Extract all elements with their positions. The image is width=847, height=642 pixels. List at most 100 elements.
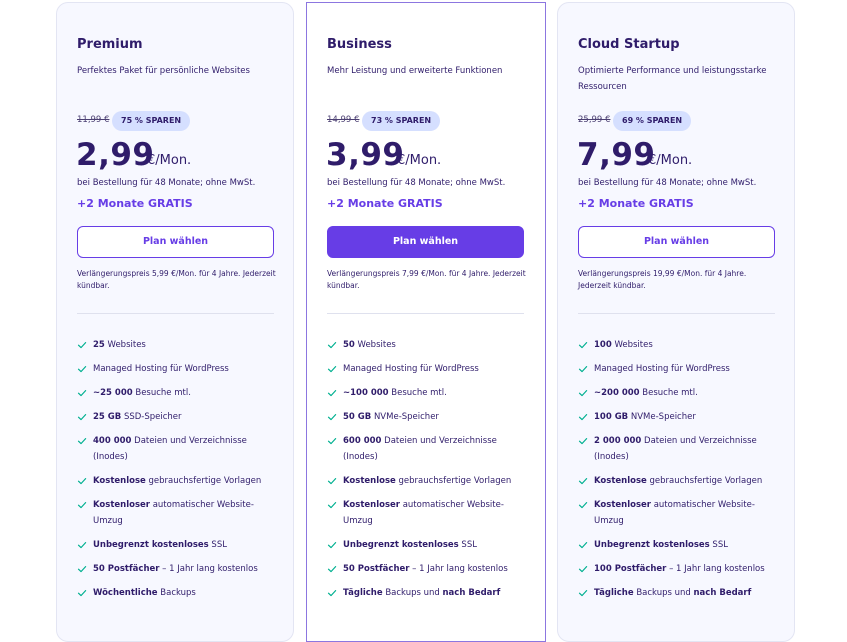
choose-plan-button[interactable]: Plan wählen	[327, 226, 524, 258]
feature-highlight: 100 GB	[594, 412, 629, 422]
check-icon	[578, 366, 588, 373]
feature-item: 50 GB NVMe-Speicher	[327, 409, 527, 425]
save-badge: 69 % SPAREN	[613, 111, 692, 131]
feature-text: Managed Hosting für WordPress	[93, 364, 229, 374]
feature-item: 100 Websites	[578, 337, 778, 353]
renewal-note: Verlängerungspreis 7,99 €/Mon. für 4 Jah…	[327, 269, 526, 290]
feature-item: Tägliche Backups und nach Bedarf	[327, 585, 527, 601]
feature-text: Backups	[157, 588, 196, 598]
old-price: 25,99 €	[578, 115, 611, 125]
feature-text: Besuche mtl.	[388, 388, 447, 398]
check-icon	[578, 390, 588, 397]
old-price: 14,99 €	[327, 115, 360, 125]
plan-card-premium: Premium Perfektes Paket für persönliche …	[56, 2, 294, 642]
plan-name: Cloud Startup	[578, 37, 680, 52]
feature-highlight: 400 000	[93, 436, 132, 446]
feature-highlight: Tägliche	[343, 588, 383, 598]
feature-item: Kostenloser automatischer Website-Umzug	[578, 497, 778, 529]
feature-highlight: 100	[594, 340, 612, 350]
check-icon	[77, 366, 87, 373]
old-price: 11,99 €	[77, 115, 110, 125]
check-icon	[327, 390, 337, 397]
feature-item: Managed Hosting für WordPress	[327, 361, 527, 377]
feature-text: NVMe-Speicher	[371, 412, 439, 422]
check-icon	[77, 542, 87, 549]
feature-highlight: Unbegrenzt kostenloses	[93, 540, 209, 550]
price: 3,99	[326, 137, 405, 173]
feature-item: 50 Websites	[327, 337, 527, 353]
feature-item: 100 Postfächer – 1 Jahr lang kostenlos	[578, 561, 778, 577]
feature-list: 100 Websites Managed Hosting für WordPres…	[578, 337, 778, 609]
feature-highlight: 100 Postfächer	[594, 564, 667, 574]
price: 7,99	[577, 137, 656, 173]
feature-list: 50 Websites Managed Hosting für WordPress…	[327, 337, 527, 609]
check-icon	[327, 342, 337, 349]
plan-description: Perfektes Paket für persönliche Websites	[77, 66, 250, 76]
divider	[578, 313, 775, 314]
check-icon	[327, 414, 337, 421]
choose-plan-button[interactable]: Plan wählen	[578, 226, 775, 258]
feature-item: Tägliche Backups und nach Bedarf	[578, 585, 778, 601]
check-icon	[327, 478, 337, 485]
feature-highlight: Kostenlose	[93, 476, 146, 486]
bonus-months: +2 Monate GRATIS	[327, 197, 443, 210]
feature-text: gebrauchsfertige Vorlagen	[395, 476, 512, 486]
feature-text: SSL	[709, 540, 728, 550]
check-icon	[327, 542, 337, 549]
check-icon	[578, 438, 588, 445]
check-icon	[327, 590, 337, 597]
feature-item: 400 000 Dateien und Verzeichnisse (Inode…	[77, 433, 277, 465]
feature-text: – 1 Jahr lang kostenlos	[666, 564, 765, 574]
feature-highlight: 50	[343, 340, 355, 350]
feature-item: ~25 000 Besuche mtl.	[77, 385, 277, 401]
divider	[327, 313, 524, 314]
feature-text: gebrauchsfertige Vorlagen	[145, 476, 262, 486]
feature-item: ~200 000 Besuche mtl.	[578, 385, 778, 401]
feature-highlight: Kostenlose	[343, 476, 396, 486]
check-icon	[77, 342, 87, 349]
feature-list: 25 Websites Managed Hosting für WordPress…	[77, 337, 277, 609]
plan-name: Premium	[77, 37, 143, 52]
feature-highlight: 25 GB	[93, 412, 122, 422]
check-icon	[327, 438, 337, 445]
check-icon	[327, 566, 337, 573]
feature-text: Managed Hosting für WordPress	[594, 364, 730, 374]
feature-text: SSL	[208, 540, 227, 550]
price-unit: €/Mon.	[147, 153, 192, 168]
choose-plan-button[interactable]: Plan wählen	[77, 226, 274, 258]
feature-item: 25 Websites	[77, 337, 277, 353]
feature-highlight: Kostenloser	[594, 500, 651, 510]
feature-item: 50 Postfächer – 1 Jahr lang kostenlos	[77, 561, 277, 577]
feature-highlight: Unbegrenzt kostenloses	[594, 540, 710, 550]
feature-highlight: 50 Postfächer	[93, 564, 160, 574]
feature-highlight: Kostenlose	[594, 476, 647, 486]
feature-highlight: 2 000 000	[594, 436, 642, 446]
check-icon	[578, 342, 588, 349]
feature-text: Besuche mtl.	[132, 388, 191, 398]
feature-item: Unbegrenzt kostenloses SSL	[578, 537, 778, 553]
feature-item: 2 000 000 Dateien und Verzeichnisse (Ino…	[578, 433, 778, 465]
feature-item: Kostenlose gebrauchsfertige Vorlagen	[578, 473, 778, 489]
feature-text: Websites	[354, 340, 396, 350]
check-icon	[77, 590, 87, 597]
feature-text: NVMe-Speicher	[628, 412, 696, 422]
price-unit: €/Mon.	[397, 153, 442, 168]
feature-text: – 1 Jahr lang kostenlos	[409, 564, 508, 574]
feature-item: 50 Postfächer – 1 Jahr lang kostenlos	[327, 561, 527, 577]
feature-text: Websites	[611, 340, 653, 350]
price: 2,99	[76, 137, 155, 173]
bonus-months: +2 Monate GRATIS	[77, 197, 193, 210]
plan-description: Optimierte Performance und leistungsstar…	[578, 66, 767, 92]
billing-note: bei Bestellung für 48 Monate; ohne MwSt.	[77, 178, 256, 188]
plan-card-business: Business Mehr Leistung und erweiterte Fu…	[306, 2, 546, 642]
check-icon	[77, 478, 87, 485]
plan-description: Mehr Leistung und erweiterte Funktionen	[327, 66, 503, 76]
feature-item: 25 GB SSD-Speicher	[77, 409, 277, 425]
check-icon	[578, 502, 588, 509]
feature-item: Wöchentliche Backups	[77, 585, 277, 601]
check-icon	[77, 438, 87, 445]
feature-highlight: 50 GB	[343, 412, 372, 422]
renewal-note: Verlängerungspreis 19,99 €/Mon. für 4 Ja…	[578, 269, 747, 290]
feature-text: Managed Hosting für WordPress	[343, 364, 479, 374]
feature-highlight: Tägliche	[594, 588, 634, 598]
